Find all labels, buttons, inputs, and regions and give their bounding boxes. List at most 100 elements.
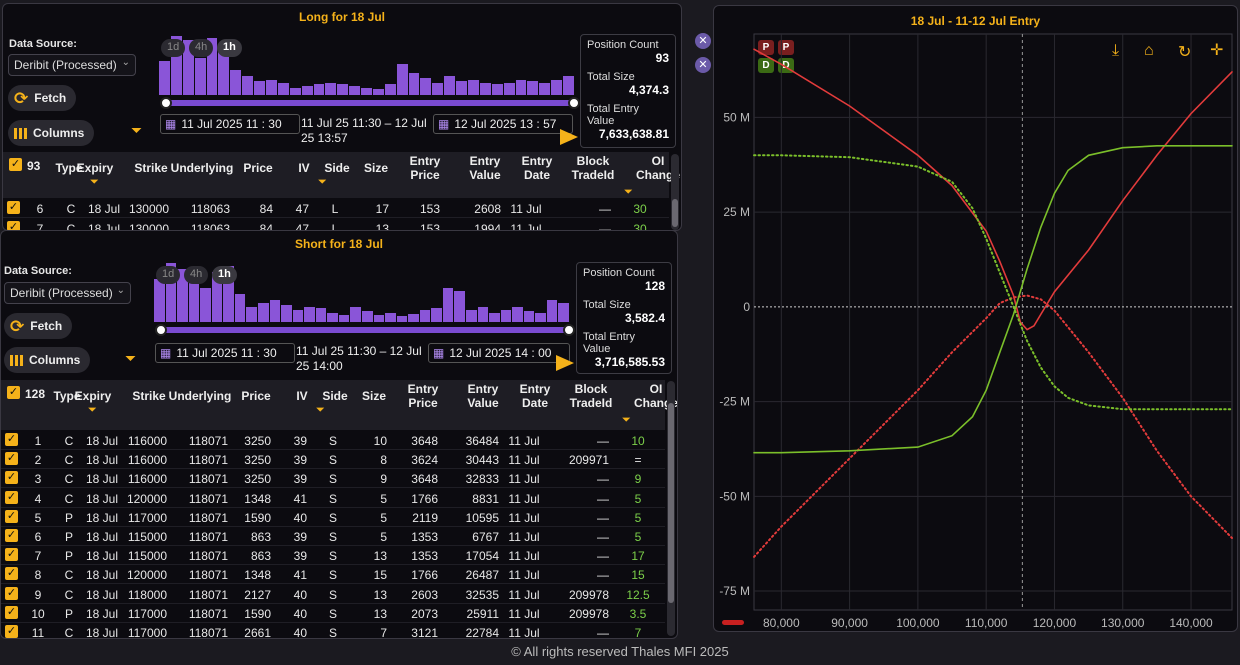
- table-cell: S: [328, 530, 337, 544]
- column-filter-icon[interactable]: ⏷: [624, 186, 633, 199]
- table-row[interactable]: ✓ 2 C 18 Jul 116000 118071 3250 39 S 8 3624 30443 11…: [1, 450, 665, 470]
- table-cell: —: [597, 491, 609, 506]
- arrow-icon: [560, 129, 578, 145]
- table-row[interactable]: ✓ 6 C 18 Jul 130000 118063 84 47 L 17 153 2608 11 Ju…: [3, 199, 669, 218]
- table-cell: 3121: [411, 626, 438, 639]
- select-all-checkbox[interactable]: ✓: [9, 158, 22, 171]
- row-checkbox[interactable]: ✓: [5, 433, 18, 446]
- table-cell: 6: [36, 202, 44, 216]
- table-cell: S: [328, 491, 337, 506]
- table-cell: 1348: [244, 491, 271, 506]
- data-source-label: Data Source:: [4, 265, 72, 277]
- table-row[interactable]: ✓ 7 P 18 Jul 115000 118071 863 39 S 13 1353 17054 11…: [1, 546, 665, 566]
- table-row[interactable]: ✓ 8 C 18 Jul 120000 118071 1348 41 S 15 1766 26487 1…: [1, 565, 665, 585]
- table-cell: 5: [634, 510, 642, 525]
- table-cell: —: [597, 549, 609, 564]
- row-checkbox[interactable]: ✓: [5, 509, 18, 523]
- row-checkbox[interactable]: ✓: [5, 605, 18, 619]
- table-cell: P: [64, 606, 73, 621]
- data-source-select[interactable]: Deribit (Processed) ⌄: [4, 282, 131, 304]
- histogram-bar: [468, 79, 479, 95]
- close-icon[interactable]: ✕: [695, 57, 711, 73]
- table-cell: 2661: [244, 626, 271, 639]
- slider-end-handle[interactable]: [563, 324, 575, 336]
- row-checkbox[interactable]: ✓: [5, 490, 18, 504]
- table-row[interactable]: ✓ 5 P 18 Jul 117000 118071 1590 40 S 5 2119 10595 11…: [1, 508, 665, 527]
- table-cell: 40: [293, 606, 307, 621]
- clear-filter-icon[interactable]: ⏷: [125, 350, 136, 367]
- table-cell: P: [64, 510, 73, 525]
- range-1h[interactable]: 1h: [212, 266, 237, 284]
- table-cell: 11 Jul: [508, 530, 540, 544]
- column-filter-icon[interactable]: ⏷: [622, 414, 631, 427]
- table-cell: 209978: [568, 587, 609, 602]
- table-row[interactable]: ✓ 1 C 18 Jul 116000 118071 3250 39 S 10 3648 36484 1…: [1, 431, 665, 450]
- time-slider[interactable]: [160, 327, 570, 333]
- end-date-input[interactable]: ▦ 12 Jul 2025 14 : 00: [428, 343, 570, 363]
- table-cell: 11 Jul: [508, 472, 540, 487]
- table-row[interactable]: ✓ 6 P 18 Jul 115000 118071 863 39 S 5 1353 6767 11 J…: [1, 527, 665, 546]
- data-source-select[interactable]: Deribit (Processed) ⌄: [8, 54, 136, 76]
- fetch-button[interactable]: ⟳ Fetch: [8, 85, 77, 111]
- row-checkbox[interactable]: ✓: [5, 548, 18, 562]
- table-cell: S: [328, 568, 337, 583]
- table-row[interactable]: ✓ 4 C 18 Jul 120000 118071 1348 41 S 5 1766 8831 11 …: [1, 489, 665, 508]
- range-4h[interactable]: 4h: [184, 266, 209, 284]
- table-cell: 5: [634, 530, 642, 544]
- range-4h[interactable]: 4h: [189, 39, 214, 57]
- row-checkbox[interactable]: ✓: [5, 567, 18, 581]
- range-1h[interactable]: 1h: [217, 39, 242, 57]
- table-cell: 36484: [465, 434, 499, 448]
- row-checkbox[interactable]: ✓: [5, 529, 18, 542]
- table-cell: 209978: [568, 606, 609, 621]
- column-filter-icon[interactable]: ⏷: [88, 404, 97, 417]
- columns-button[interactable]: Columns: [4, 347, 91, 373]
- row-checkbox[interactable]: ✓: [5, 625, 18, 638]
- table-row[interactable]: ✓ 9 C 18 Jul 118000 118071 2127 40 S 13 2603 32535 1…: [1, 585, 665, 604]
- column-filter-icon[interactable]: ⏷: [318, 176, 327, 189]
- histogram-bar: [254, 81, 265, 95]
- end-date-input[interactable]: ▦ 12 Jul 2025 13 : 57: [433, 114, 573, 134]
- clear-filter-icon[interactable]: ⏷: [131, 122, 142, 139]
- fetch-button[interactable]: ⟳ Fetch: [4, 313, 73, 339]
- payoff-chart[interactable]: 80,000 90,000 100,000 110,000 120,000 130,000…: [714, 6, 1238, 632]
- table-cell: 3648: [411, 472, 438, 487]
- column-filter-icon[interactable]: ⏷: [316, 404, 325, 417]
- table-cell: 130000: [128, 202, 169, 216]
- select-all-checkbox[interactable]: ✓: [7, 386, 20, 399]
- table-row[interactable]: ✓ 11 C 18 Jul 117000 118071 2661 40 S 7 3121 22784 1…: [1, 623, 665, 639]
- row-checkbox[interactable]: ✓: [7, 201, 20, 214]
- table-cell: 13: [373, 587, 387, 602]
- table-cell: 18 Jul: [85, 606, 119, 621]
- x-tick-label: 130,000: [1101, 616, 1145, 630]
- table-cell: C: [64, 472, 74, 487]
- table-cell: 15: [373, 568, 387, 583]
- slider-start-handle[interactable]: [155, 324, 167, 336]
- slider-end-handle[interactable]: [568, 97, 580, 109]
- start-date-input[interactable]: ▦ 11 Jul 2025 11 : 30: [155, 343, 295, 363]
- table-cell: 1353: [411, 549, 438, 564]
- scrollbar[interactable]: [671, 154, 679, 230]
- row-checkbox[interactable]: ✓: [5, 471, 18, 485]
- time-slider[interactable]: [165, 100, 575, 106]
- column-filter-icon[interactable]: ⏷: [90, 176, 99, 189]
- scrollbar[interactable]: [667, 381, 675, 636]
- table-cell: 10: [31, 606, 45, 621]
- row-checkbox[interactable]: ✓: [5, 586, 18, 600]
- histogram-bar: [277, 82, 289, 95]
- range-1d[interactable]: 1d: [156, 266, 181, 284]
- row-checkbox[interactable]: ✓: [5, 452, 18, 466]
- table-row[interactable]: ✓ 10 P 18 Jul 117000 118071 1590 40 S 13 2073 25911…: [1, 604, 665, 623]
- legend-swatch[interactable]: [722, 620, 744, 625]
- table-cell: 118071: [188, 587, 228, 602]
- stat-label: Total Entry Value: [583, 331, 635, 355]
- columns-button[interactable]: Columns: [8, 120, 95, 146]
- slider-start-handle[interactable]: [160, 97, 172, 109]
- table-cell: 9: [634, 472, 642, 487]
- start-date-input[interactable]: ▦ 11 Jul 2025 11 : 30: [160, 114, 300, 134]
- close-icon[interactable]: ✕: [695, 33, 711, 49]
- histogram-bar: [558, 303, 569, 322]
- table-row[interactable]: ✓ 3 C 18 Jul 116000 118071 3250 39 S 9 3648 32833 11…: [1, 469, 665, 489]
- range-1d[interactable]: 1d: [161, 39, 186, 57]
- table-cell: 84: [259, 202, 273, 216]
